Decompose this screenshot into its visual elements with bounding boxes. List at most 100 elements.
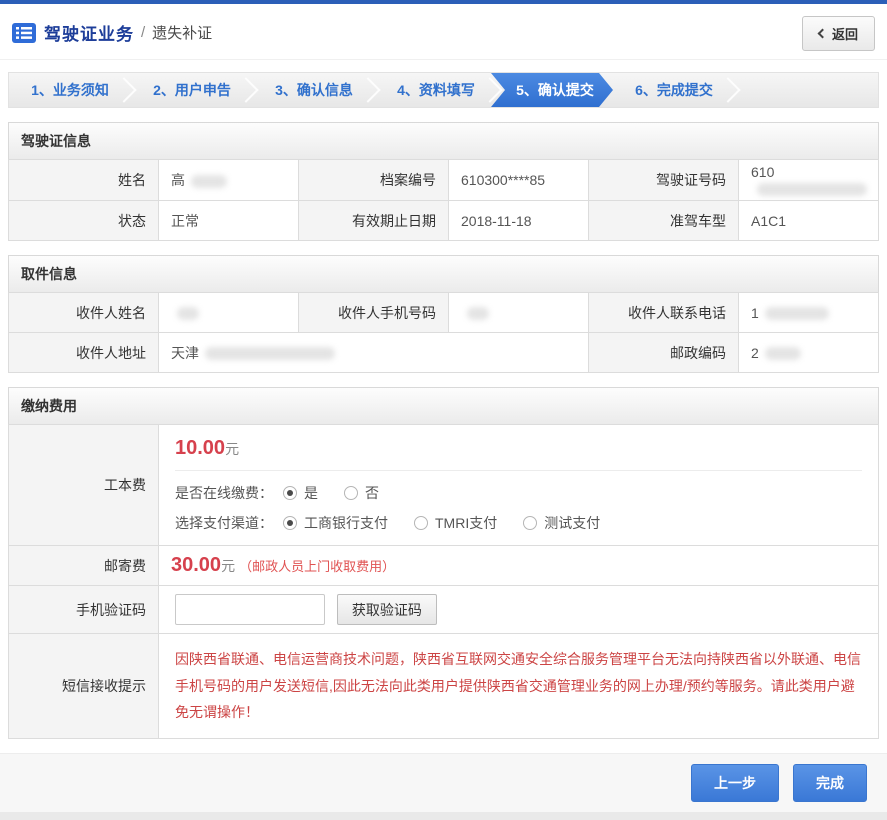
field-value <box>159 293 299 333</box>
field-label: 短信接收提示 <box>9 634 159 739</box>
sms-code-cell: 获取验证码 <box>159 586 879 634</box>
step-6[interactable]: 6、完成提交 <box>613 73 735 107</box>
fee-section-title: 缴纳费用 <box>8 387 879 424</box>
field-value: 610 <box>739 160 879 201</box>
post-fee-note: （邮政人员上门收取费用） <box>239 559 395 574</box>
field-label: 准驾车型 <box>589 201 739 241</box>
sms-tip-text: 因陕西省联通、电信运营商技术问题，陕西省互联网交通安全综合服务管理平台无法向持陕… <box>171 638 866 734</box>
field-label: 驾驶证号码 <box>589 160 739 201</box>
table-row: 短信接收提示 因陕西省联通、电信运营商技术问题，陕西省互联网交通安全综合服务管理… <box>9 634 879 739</box>
step-3-label: 3、确认信息 <box>275 82 353 98</box>
field-label: 手机验证码 <box>9 586 159 634</box>
step-2-label: 2、用户申告 <box>153 82 231 98</box>
prev-step-button[interactable]: 上一步 <box>691 764 779 802</box>
radio-channel-tmri[interactable]: TMRI支付 <box>414 513 497 533</box>
field-label: 邮政编码 <box>589 333 739 373</box>
pickup-section-title: 取件信息 <box>8 255 879 292</box>
field-label: 收件人地址 <box>9 333 159 373</box>
redacted-value <box>765 347 801 360</box>
back-chevron-icon <box>818 29 828 39</box>
license-info-section: 驾驶证信息 姓名 高 档案编号 610300****85 驾驶证号码 610 状… <box>8 122 879 241</box>
radio-online-yes[interactable]: 是 <box>283 483 318 503</box>
work-fee-unit: 元 <box>225 441 239 457</box>
radio-channel-icbc[interactable]: 工商银行支付 <box>283 513 388 533</box>
license-info-table: 姓名 高 档案编号 610300****85 驾驶证号码 610 状态 正常 有… <box>8 159 879 241</box>
field-label: 状态 <box>9 201 159 241</box>
step-4-label: 4、资料填写 <box>397 82 475 98</box>
radio-icon <box>414 516 428 530</box>
step-5-label: 5、确认提交 <box>516 82 594 98</box>
license-section-title: 驾驶证信息 <box>8 122 879 159</box>
field-value: 610300****85 <box>449 160 589 201</box>
bottom-strip <box>0 812 887 820</box>
table-row: 手机验证码 获取验证码 <box>9 586 879 634</box>
post-fee-amount: 30.00 <box>171 554 221 576</box>
step-1-label: 1、业务须知 <box>31 82 109 98</box>
sms-code-input[interactable] <box>175 594 325 625</box>
breadcrumb-current: 遗失补证 <box>152 22 212 43</box>
pickup-info-table: 收件人姓名 收件人手机号码 收件人联系电话 1 收件人地址 天津 邮政编码 2 <box>8 292 879 373</box>
redacted-value <box>765 307 829 320</box>
step-4[interactable]: 4、资料填写 <box>375 73 497 107</box>
fee-table: 工本费 10.00元 是否在线缴费： 是 否 <box>8 424 879 739</box>
footer-actions: 上一步 完成 <box>0 753 887 812</box>
table-row: 收件人姓名 收件人手机号码 收件人联系电话 1 <box>9 293 879 333</box>
step-1[interactable]: 1、业务须知 <box>9 73 131 107</box>
breadcrumb-separator: / <box>141 24 145 41</box>
radio-label: 否 <box>365 483 379 503</box>
radio-icon <box>523 516 537 530</box>
radio-icon <box>283 486 297 500</box>
table-row: 工本费 10.00元 是否在线缴费： 是 否 <box>9 425 879 546</box>
redacted-value <box>191 175 227 188</box>
table-row: 姓名 高 档案编号 610300****85 驾驶证号码 610 <box>9 160 879 201</box>
field-label: 姓名 <box>9 160 159 201</box>
redacted-value <box>177 307 199 320</box>
page: 驾驶证业务 / 遗失补证 返回 1、业务须知 2、用户申告 3、确认信息 4、资… <box>0 0 887 820</box>
back-button-label: 返回 <box>832 24 858 43</box>
step-5[interactable]: 5、确认提交 <box>491 73 613 107</box>
radio-online-no[interactable]: 否 <box>344 483 379 503</box>
step-wizard: 1、业务须知 2、用户申告 3、确认信息 4、资料填写 5、确认提交 6、完成提… <box>8 72 879 108</box>
table-row: 收件人地址 天津 邮政编码 2 <box>9 333 879 373</box>
online-pay-option-row: 是否在线缴费： 是 否 <box>175 483 862 503</box>
finish-button[interactable]: 完成 <box>793 764 867 802</box>
field-value: A1C1 <box>739 201 879 241</box>
field-label: 收件人联系电话 <box>589 293 739 333</box>
sms-tip-cell: 因陕西省联通、电信运营商技术问题，陕西省互联网交通安全综合服务管理平台无法向持陕… <box>159 634 879 739</box>
work-fee-cell: 10.00元 是否在线缴费： 是 否 <box>159 425 879 546</box>
field-label: 收件人姓名 <box>9 293 159 333</box>
radio-label: TMRI支付 <box>435 513 497 533</box>
redacted-value <box>467 307 489 320</box>
step-2[interactable]: 2、用户申告 <box>131 73 253 107</box>
table-row: 状态 正常 有效期止日期 2018-11-18 准驾车型 A1C1 <box>9 201 879 241</box>
field-value: 2018-11-18 <box>449 201 589 241</box>
field-value: 2 <box>739 333 879 373</box>
get-code-button[interactable]: 获取验证码 <box>337 594 437 625</box>
field-value: 天津 <box>159 333 589 373</box>
table-row: 邮寄费 30.00元 （邮政人员上门收取费用） <box>9 546 879 586</box>
page-header: 驾驶证业务 / 遗失补证 返回 <box>0 4 887 60</box>
pickup-info-section: 取件信息 收件人姓名 收件人手机号码 收件人联系电话 1 收件人地址 天津 邮政… <box>8 255 879 373</box>
list-icon <box>12 23 36 43</box>
work-fee-amount: 10.00 <box>175 437 225 459</box>
post-fee-unit: 元 <box>221 558 235 574</box>
field-label: 邮寄费 <box>9 546 159 586</box>
redacted-value <box>205 347 335 360</box>
radio-icon <box>283 516 297 530</box>
post-fee-cell: 30.00元 （邮政人员上门收取费用） <box>159 546 879 586</box>
field-label: 收件人手机号码 <box>299 293 449 333</box>
page-title: 驾驶证业务 <box>44 20 134 45</box>
field-value <box>449 293 589 333</box>
field-label: 档案编号 <box>299 160 449 201</box>
pay-channel-question: 选择支付渠道： <box>175 513 273 533</box>
pay-channel-option-row: 选择支付渠道： 工商银行支付 TMRI支付 测试支付 <box>175 513 862 533</box>
radio-label: 测试支付 <box>544 513 600 533</box>
radio-channel-test[interactable]: 测试支付 <box>523 513 600 533</box>
fee-section: 缴纳费用 工本费 10.00元 是否在线缴费： 是 <box>8 387 879 739</box>
field-label: 有效期止日期 <box>299 201 449 241</box>
work-fee-amount-line: 10.00元 <box>175 437 862 460</box>
step-3[interactable]: 3、确认信息 <box>253 73 375 107</box>
field-label: 工本费 <box>9 425 159 546</box>
back-button[interactable]: 返回 <box>802 16 875 51</box>
redacted-value <box>757 183 867 196</box>
